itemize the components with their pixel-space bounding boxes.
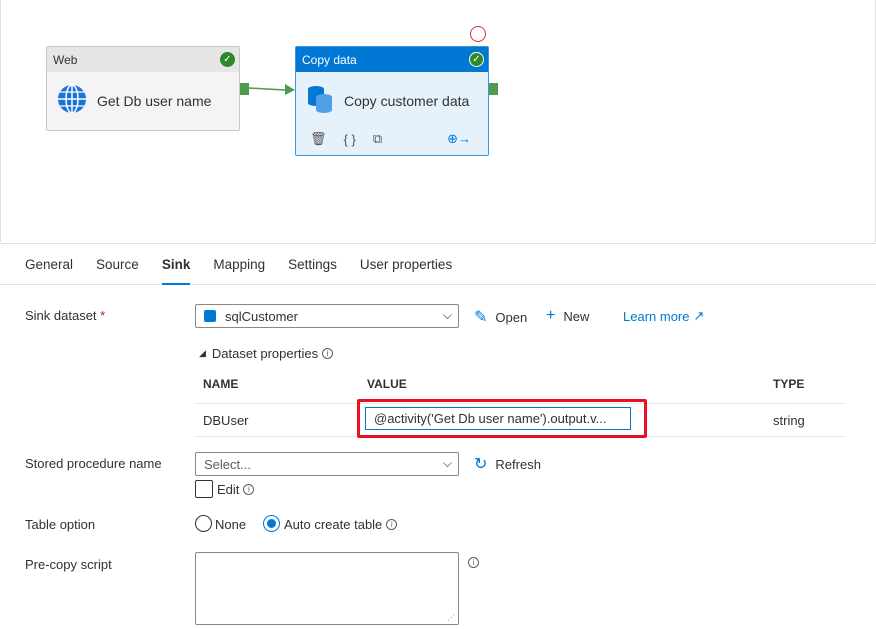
none-option-label: None — [215, 517, 246, 532]
open-button[interactable]: ✎ Open — [474, 307, 527, 327]
pencil-icon: ✎ — [474, 309, 488, 326]
copy-activity-header: Copy data — [296, 47, 488, 72]
edit-label: Edit — [217, 482, 240, 497]
stored-procedure-select[interactable]: Select... ⌵ — [195, 452, 459, 476]
web-activity-node[interactable]: Web ✓ Get Db user name — [46, 46, 240, 131]
globe-icon — [57, 84, 87, 117]
dataset-properties-toggle[interactable]: ◢ Dataset properties i — [199, 346, 334, 361]
info-icon: i — [386, 519, 398, 530]
pre-copy-info: i — [464, 557, 479, 568]
collapse-triangle-icon: ◢ — [199, 348, 206, 358]
pre-copy-script-label: Pre-copy script — [25, 557, 112, 572]
web-activity-type: Web — [53, 52, 78, 67]
dataset-properties-label: Dataset properties — [211, 346, 319, 361]
learn-more-label: Learn more — [623, 308, 690, 324]
info-icon: i — [322, 348, 334, 359]
success-check-icon: ✓ — [220, 52, 235, 67]
resize-grip-icon[interactable]: ⋰ — [447, 613, 455, 622]
chevron-down-icon: ⌵ — [442, 456, 452, 470]
web-activity-header: Web — [47, 47, 239, 72]
open-label: Open — [495, 309, 528, 325]
none-option-text: None — [215, 517, 247, 532]
auto-create-option-text: Auto create table — [284, 517, 383, 532]
edit-label-row: Edit i — [217, 482, 255, 497]
copy-activity-node[interactable]: Copy data ✓ Copy customer data 🗑 { } ⧉ ⊕… — [295, 46, 489, 156]
new-label: New — [563, 308, 590, 324]
table-option-label: Table option — [25, 517, 96, 532]
pipeline-canvas[interactable]: Web ✓ Get Db user name Copy data ✓ Copy … — [0, 0, 876, 242]
sink-dataset-label: Sink dataset * — [25, 308, 106, 323]
code-braces-icon[interactable]: { } — [344, 132, 356, 147]
column-header-type: TYPE — [773, 377, 805, 391]
stored-procedure-placeholder: Select... — [204, 456, 251, 472]
chevron-down-icon: ⌵ — [442, 308, 452, 322]
copy-output-port[interactable] — [489, 83, 498, 95]
tab-sink[interactable]: Sink — [161, 244, 190, 285]
refresh-label: Refresh — [495, 456, 541, 472]
delete-icon[interactable]: 🗑 — [310, 131, 327, 147]
connector-arrow — [249, 84, 295, 95]
pre-copy-script-textarea[interactable]: ⋰ — [195, 552, 459, 625]
edit-checkbox[interactable] — [195, 480, 213, 498]
param-name: DBUser — [203, 413, 249, 428]
learn-more-link[interactable]: Learn more ↗ — [623, 308, 704, 324]
table-option-auto-radio[interactable] — [263, 515, 280, 532]
copy-activity-type: Copy data — [302, 52, 357, 67]
table-option-none-radio[interactable] — [195, 515, 212, 532]
web-activity-name: Get Db user name — [97, 92, 212, 109]
success-check-icon: ✓ — [469, 52, 484, 67]
new-button[interactable]: + New — [546, 307, 589, 325]
sink-dataset-value: sqlCustomer — [225, 308, 298, 324]
external-link-icon: ↗ — [693, 308, 705, 323]
sink-dataset-select[interactable]: sqlCustomer ⌵ — [195, 304, 459, 328]
plus-icon: + — [546, 307, 556, 324]
properties-tabs: General Source Sink Mapping Settings Use… — [0, 243, 876, 285]
highlight-box — [357, 399, 647, 438]
auto-create-option-label: Auto create table i — [284, 517, 398, 532]
tab-settings[interactable]: Settings — [288, 244, 337, 285]
error-indicator-circle — [470, 26, 486, 42]
stored-procedure-label: Stored procedure name — [25, 456, 162, 471]
param-type: string — [773, 413, 805, 428]
info-icon: i — [468, 557, 479, 568]
tab-source[interactable]: Source — [96, 244, 139, 285]
tab-user-properties[interactable]: User properties — [360, 244, 452, 285]
tab-mapping[interactable]: Mapping — [213, 244, 265, 285]
column-header-value: VALUE — [367, 377, 407, 391]
web-output-port[interactable] — [240, 83, 249, 95]
info-icon: i — [243, 484, 255, 495]
sql-dataset-icon — [204, 310, 216, 322]
tab-general[interactable]: General — [25, 244, 73, 285]
copy-activity-name: Copy customer data — [344, 92, 470, 109]
database-copy-icon — [306, 84, 334, 117]
add-output-arrow-icon[interactable]: ⊕→ — [447, 131, 471, 147]
refresh-button[interactable]: ↻ Refresh — [474, 454, 541, 474]
clone-icon[interactable]: ⧉ — [373, 131, 382, 147]
column-header-name: NAME — [203, 377, 239, 391]
required-mark: * — [100, 308, 106, 323]
refresh-icon: ↻ — [474, 456, 488, 473]
